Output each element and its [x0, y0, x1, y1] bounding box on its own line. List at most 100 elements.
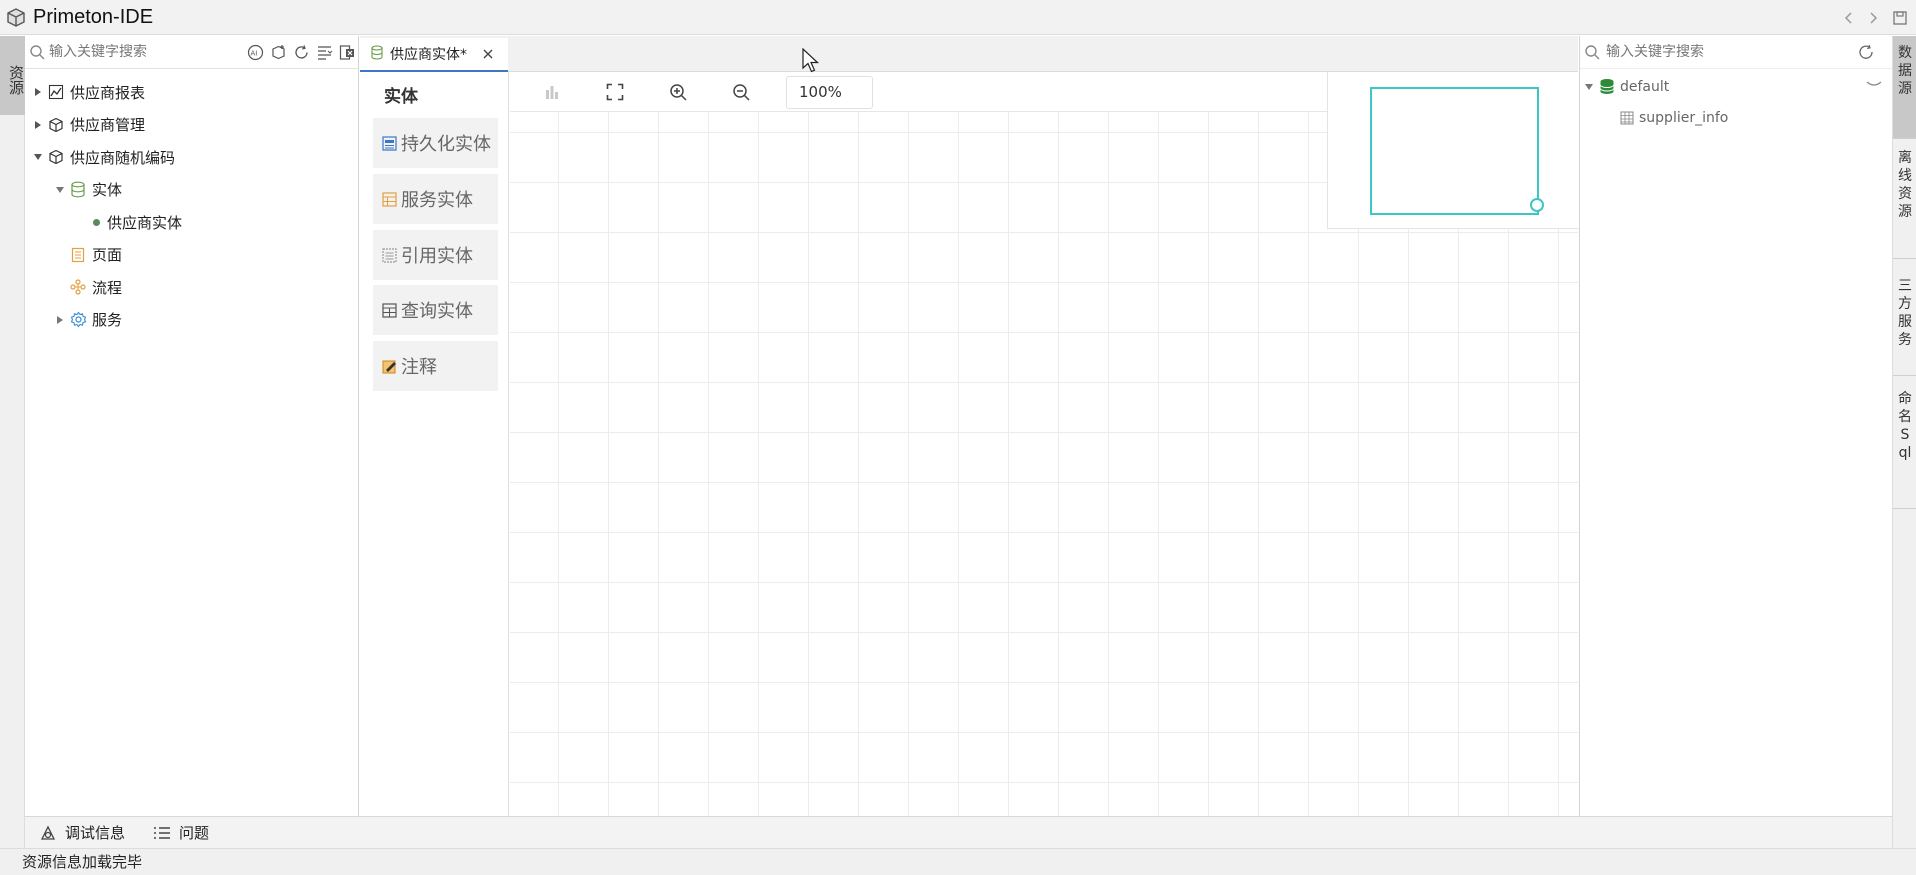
left-side-strip: [0, 36, 25, 848]
palette-item-query-entity[interactable]: 查询实体: [373, 285, 498, 335]
datasource-node-default[interactable]: default: [1584, 78, 1669, 95]
palette-item-reference-entity[interactable]: 引用实体: [373, 230, 498, 280]
forward-icon[interactable]: [1866, 10, 1882, 26]
collapse-arrow-icon[interactable]: [54, 184, 66, 196]
vertical-tab-label: 命名Sql: [1898, 391, 1912, 461]
resource-tree: 供应商报表 供应商管理 供应商随机编码 实体 供应商实体 页面 流程 服务: [25, 76, 359, 336]
tab-third-party-services[interactable]: 三方服务: [1893, 259, 1916, 376]
reference-entity-icon: [381, 247, 397, 263]
tree-node-label: 流程: [92, 278, 123, 297]
flow-icon: [69, 278, 87, 296]
collapse-arrow-icon[interactable]: [1584, 83, 1594, 91]
palette-title: 实体: [384, 87, 418, 107]
minimap-resize-handle[interactable]: [1530, 198, 1544, 212]
database-icon: [370, 44, 384, 64]
tree-node-label: 供应商随机编码: [70, 148, 176, 167]
tree-node-flows[interactable]: 流程: [25, 271, 359, 304]
status-bar: 资源信息加载完毕: [0, 848, 1916, 875]
minimap-viewport[interactable]: [1370, 87, 1539, 215]
query-entity-icon: [381, 302, 397, 318]
datasource-search-input[interactable]: [1606, 44, 1856, 60]
entity-palette: 实体 持久化实体 服务实体 引用实体 查询实体 注释: [360, 72, 509, 816]
palette-item-label: 持久化实体: [401, 134, 491, 155]
vertical-tab-label: 数据源: [1898, 45, 1912, 97]
collapse-all-icon[interactable]: [315, 43, 334, 62]
export-icon[interactable]: [338, 43, 357, 62]
editor-tab-bar: 供应商实体*: [360, 36, 1578, 72]
tree-node-supplier-management[interactable]: 供应商管理: [25, 109, 359, 142]
refresh-icon[interactable]: [1858, 44, 1874, 60]
zoom-out-icon[interactable]: [731, 82, 751, 102]
datasource-panel: default supplier_info: [1579, 36, 1893, 816]
tree-node-supplier-report[interactable]: 供应商报表: [25, 76, 359, 109]
tab-named-sql[interactable]: 命名Sql: [1893, 376, 1916, 509]
table-label: supplier_info: [1639, 110, 1729, 126]
gear-icon: [69, 311, 87, 329]
list-icon: [154, 826, 171, 839]
right-side-strip: 数据源 离线资源 三方服务 命名Sql: [1892, 36, 1916, 848]
back-icon[interactable]: [1840, 10, 1856, 26]
database-icon: [1600, 79, 1614, 94]
tree-node-services[interactable]: 服务: [25, 304, 359, 337]
dot-icon: [93, 218, 100, 226]
fit-screen-icon[interactable]: [605, 82, 625, 102]
vertical-tab-label: 离线资源: [1898, 150, 1912, 220]
search-icon: [1585, 45, 1600, 60]
tree-node-pages[interactable]: 页面: [25, 239, 359, 272]
connection-indicator-icon: [1866, 81, 1882, 86]
problems-label: 问题: [179, 824, 210, 842]
table-icon: [1620, 111, 1634, 125]
app-logo-icon: [7, 8, 25, 27]
bottom-panel-bar: 调试信息 问题: [25, 816, 1892, 848]
palette-item-persistent-entity[interactable]: 持久化实体: [373, 118, 498, 168]
palette-item-label: 注释: [401, 357, 437, 378]
palette-item-label: 引用实体: [401, 246, 473, 267]
ai-icon[interactable]: AI: [246, 43, 265, 62]
package-icon: [47, 116, 65, 134]
annotation-icon: [381, 358, 397, 374]
resource-vertical-tab[interactable]: 资源: [0, 36, 25, 115]
tab-datasource[interactable]: 数据源: [1893, 36, 1916, 139]
tab-offline-resources[interactable]: 离线资源: [1893, 139, 1916, 259]
palette-item-label: 服务实体: [401, 190, 473, 211]
tree-node-supplier-entity[interactable]: 供应商实体: [25, 206, 359, 239]
chart-icon: [47, 83, 65, 101]
tree-node-label: 供应商实体: [107, 213, 183, 232]
add-package-icon[interactable]: [269, 43, 288, 62]
chart-layout-icon[interactable]: [542, 82, 562, 102]
app-title: Primeton-IDE: [33, 5, 154, 28]
service-entity-icon: [381, 191, 397, 207]
tree-node-label: 供应商管理: [70, 116, 146, 135]
table-node-supplier-info[interactable]: supplier_info: [1620, 110, 1728, 126]
zoom-in-icon[interactable]: [668, 82, 688, 102]
palette-item-label: 查询实体: [401, 301, 473, 322]
tab-supplier-entity[interactable]: 供应商实体*: [360, 36, 508, 72]
close-icon[interactable]: [481, 47, 495, 61]
refresh-icon[interactable]: [292, 43, 311, 62]
package-icon: [47, 148, 65, 166]
palette-item-service-entity[interactable]: 服务实体: [373, 174, 498, 224]
zoom-level-field[interactable]: 100%: [786, 76, 873, 109]
database-icon: [69, 181, 87, 199]
expand-arrow-icon[interactable]: [54, 314, 66, 326]
tab-label: 供应商实体*: [390, 47, 467, 63]
tree-node-label: 实体: [92, 181, 123, 200]
tree-node-label: 供应商报表: [70, 83, 146, 102]
palette-item-annotation[interactable]: 注释: [373, 341, 498, 391]
resource-search-bar: AI: [25, 36, 359, 69]
tab-problems[interactable]: 问题: [153, 822, 209, 843]
tree-node-supplier-random-code[interactable]: 供应商随机编码: [25, 141, 359, 174]
expand-arrow-icon[interactable]: [32, 119, 44, 131]
tree-node-label: 服务: [92, 311, 123, 330]
save-icon[interactable]: [1892, 10, 1908, 26]
expand-arrow-icon[interactable]: [32, 86, 44, 98]
canvas-minimap[interactable]: [1327, 72, 1579, 229]
mouse-cursor-icon: [802, 48, 820, 73]
resource-explorer: AI 供应商报表 供应商管理 供应商随机编码: [25, 36, 359, 816]
title-bar: Primeton-IDE: [0, 0, 1916, 35]
tab-debug-info[interactable]: 调试信息: [39, 822, 125, 843]
collapse-arrow-icon[interactable]: [32, 151, 44, 163]
page-icon: [69, 246, 87, 264]
tree-node-entity-folder[interactable]: 实体: [25, 174, 359, 207]
resource-search-input[interactable]: [49, 44, 229, 60]
